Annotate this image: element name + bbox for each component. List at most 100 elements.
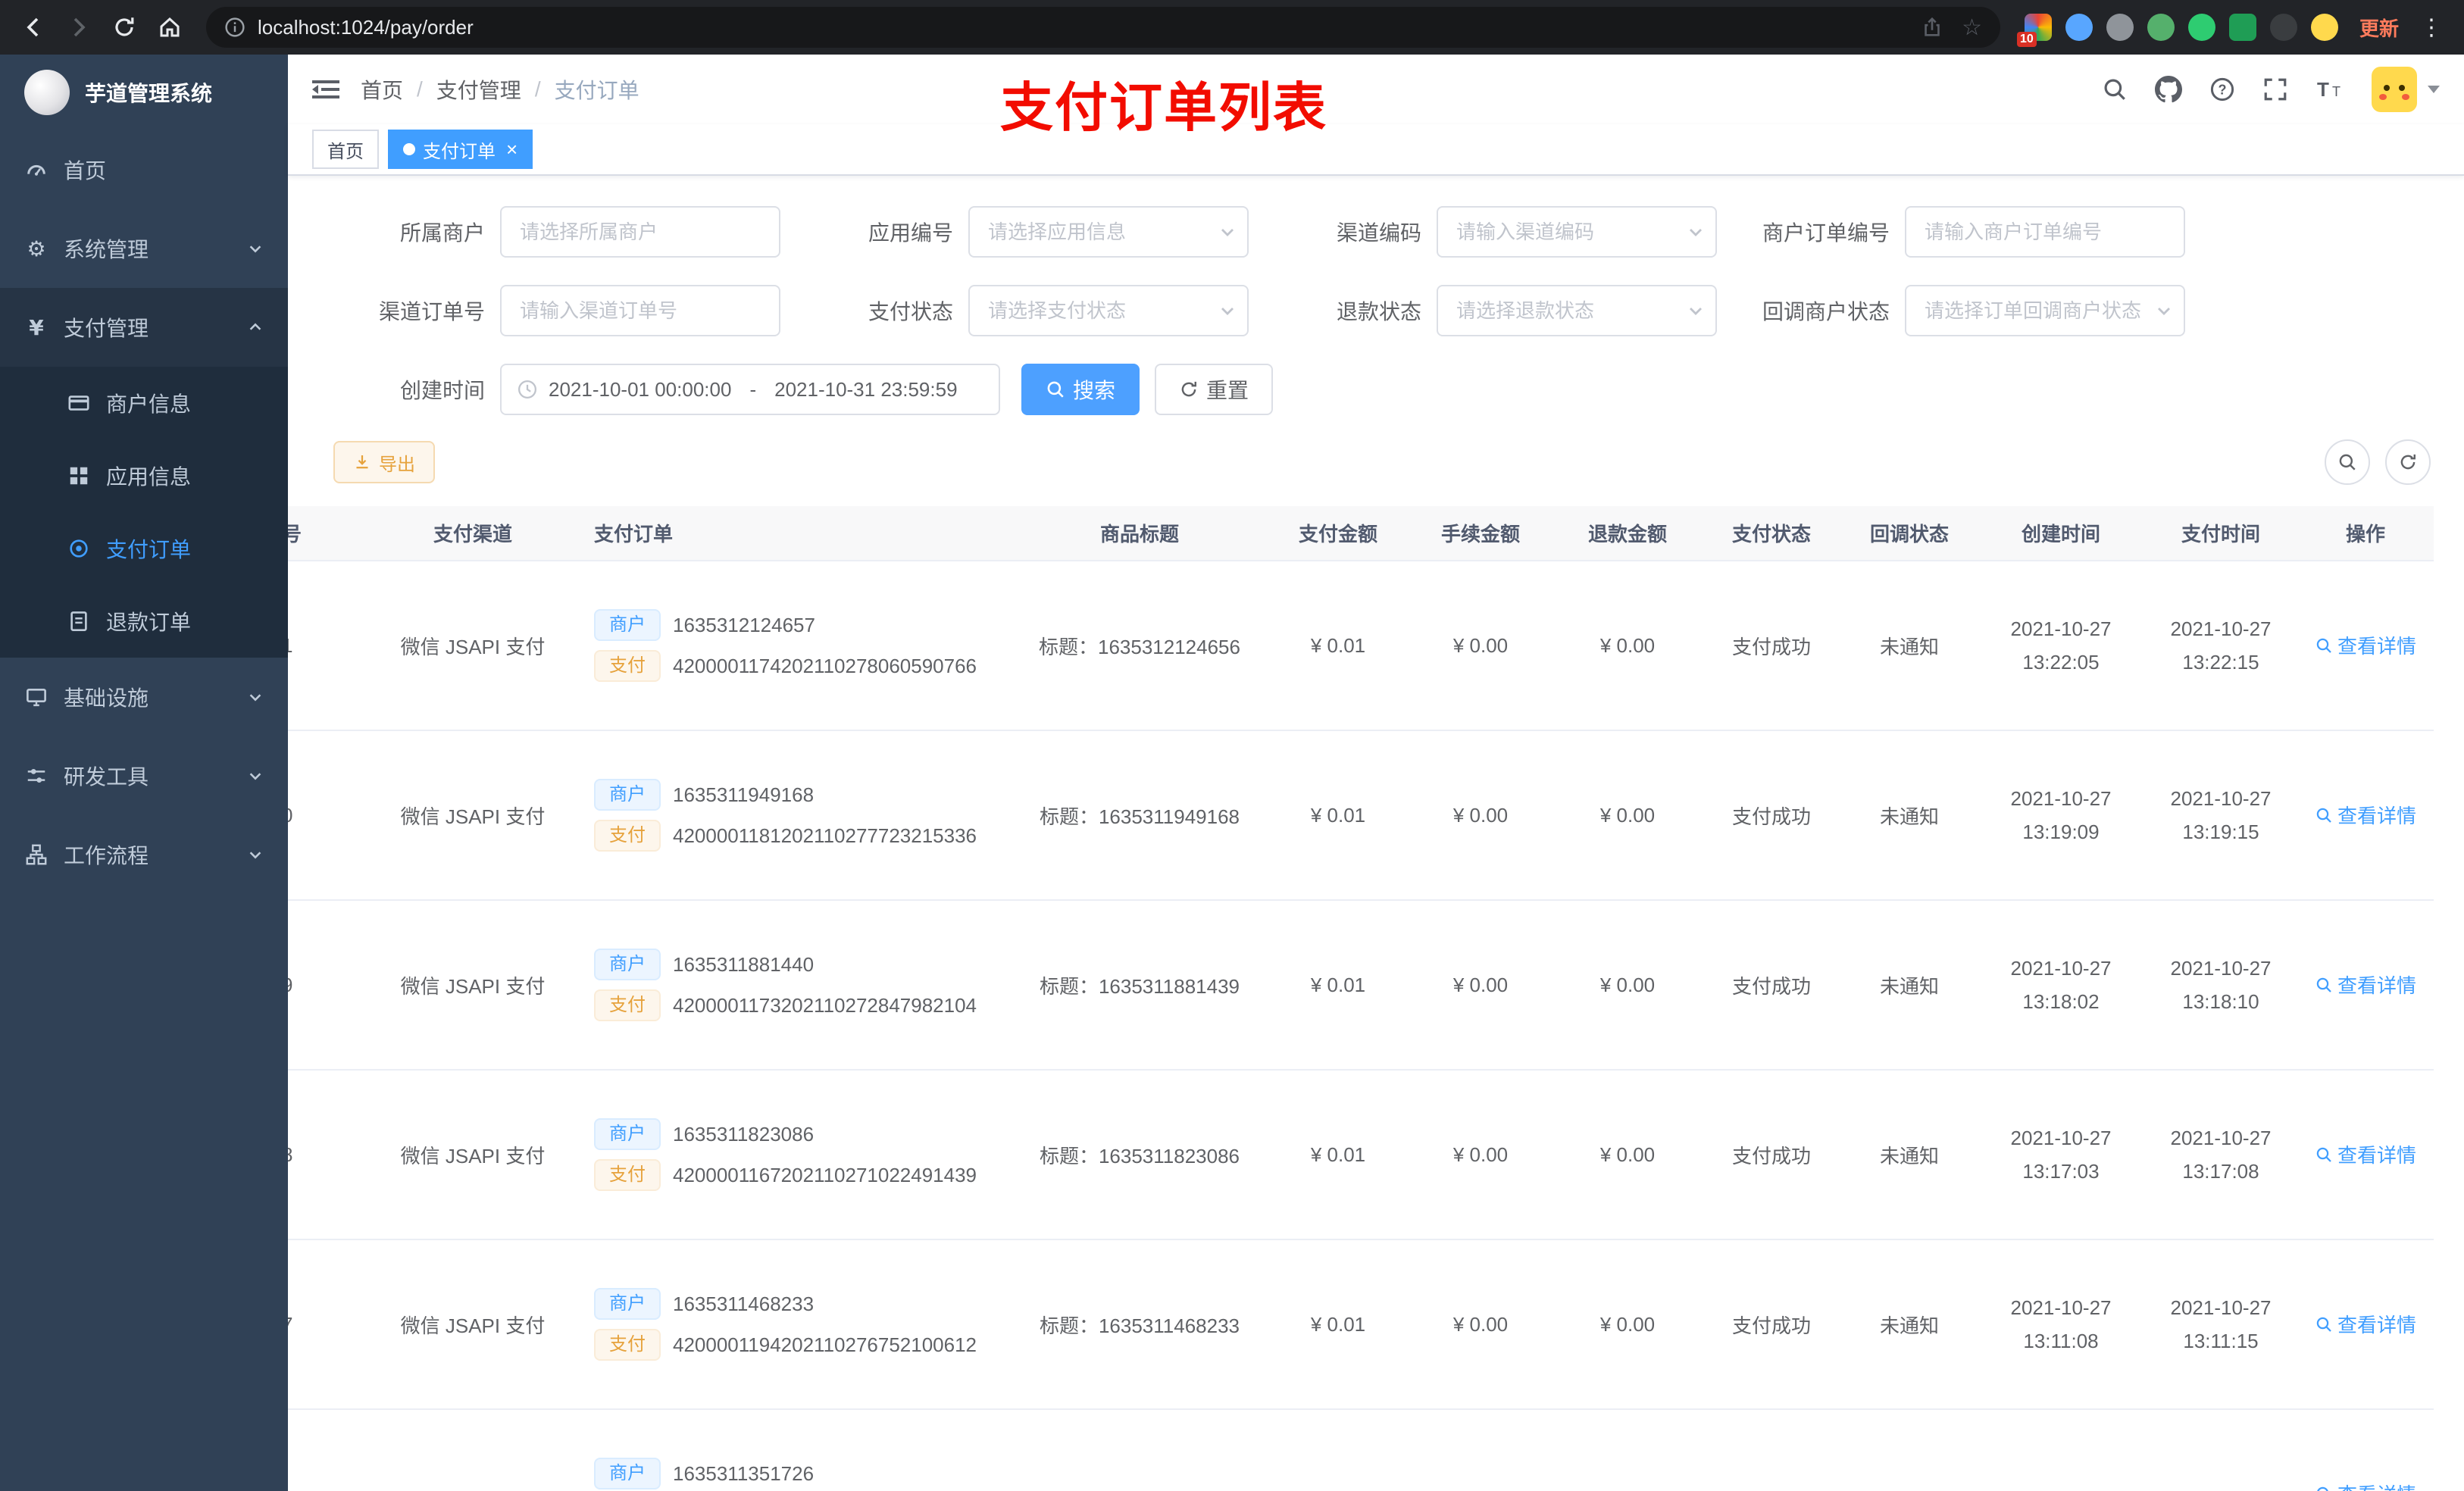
reset-button[interactable]: 重置: [1155, 364, 1274, 415]
extension-icon-3[interactable]: [2106, 14, 2134, 41]
cell-pay-time: 2021-10-27 13:22:15: [2144, 561, 2297, 731]
extensions-row: 10: [2015, 14, 2347, 47]
search-button[interactable]: 搜索: [1021, 364, 1140, 415]
table-row: 19 微信 JSAPI 支付 商户 1635311881440 支付: [288, 900, 2434, 1071]
tag-home[interactable]: 首页: [312, 130, 379, 169]
filter-input[interactable]: [500, 206, 780, 258]
filter-input[interactable]: [968, 285, 1249, 336]
tag-close-icon[interactable]: ×: [506, 139, 518, 159]
sidebar-item-dev-tools[interactable]: 研发工具: [0, 736, 288, 815]
tag-pay-order[interactable]: 支付订单 ×: [388, 130, 533, 169]
sidebar-item-home[interactable]: 首页: [0, 130, 288, 209]
filter-control[interactable]: [1437, 285, 1717, 336]
extension-icon-5[interactable]: [2187, 14, 2215, 41]
sliders-icon: [24, 764, 48, 787]
bookmark-star-icon[interactable]: ☆: [1962, 14, 1982, 41]
search-icon[interactable]: [2102, 77, 2128, 102]
merchant-badge: 商户: [594, 1458, 661, 1489]
view-detail-link[interactable]: 查看详情: [2315, 971, 2416, 999]
breadcrumb-home[interactable]: 首页: [361, 74, 403, 105]
fullscreen-icon[interactable]: [2262, 77, 2288, 102]
browser-home-button[interactable]: [149, 6, 191, 48]
filter-input[interactable]: [1437, 206, 1717, 258]
github-icon[interactable]: [2155, 76, 2182, 103]
view-detail-link[interactable]: 查看详情: [2315, 1480, 2416, 1491]
sidebar-item-infra[interactable]: 基础设施: [0, 658, 288, 736]
extension-icon-6[interactable]: [2228, 14, 2256, 41]
svg-text:?: ?: [2218, 82, 2226, 97]
filter-control[interactable]: [968, 206, 1249, 258]
help-icon[interactable]: ?: [2209, 77, 2235, 102]
filter-control[interactable]: [1905, 206, 2185, 258]
col-fee: 手续金额: [1408, 506, 1553, 561]
cell-title: 标题：1635311823086: [1011, 1070, 1268, 1240]
filter-input[interactable]: [1437, 285, 1717, 336]
col-pay-order: 支付订单: [579, 506, 1011, 561]
cell-status: 支付成功: [1702, 730, 1841, 901]
filter-control[interactable]: [500, 206, 780, 258]
col-create-time: 创建时间: [1978, 506, 2144, 561]
cell-pay-time: 2021-10-27 13:18:10: [2144, 900, 2297, 1071]
create-time-range-picker[interactable]: 2021-10-01 00:00:00 - 2021-10-31 23:59:5…: [500, 364, 1000, 415]
export-button[interactable]: 导出: [333, 441, 435, 483]
cell-pay-order: 商户 1635311823086 支付 42000011672021102710…: [579, 1070, 1011, 1240]
table-row: 商户 1635311351726 支付: [288, 1409, 2434, 1491]
sidebar-toggle-icon[interactable]: [312, 77, 339, 102]
app-logo[interactable]: 芋道管理系统: [0, 55, 288, 130]
cell-status: 支付成功: [1702, 1070, 1841, 1240]
sidebar-item-refund-order[interactable]: 退款订单: [0, 585, 288, 658]
user-menu[interactable]: [2372, 67, 2440, 112]
address-bar[interactable]: localhost:1024/pay/order ☆: [206, 7, 2000, 48]
browser-menu-icon[interactable]: ⋮: [2411, 14, 2452, 41]
filter-input[interactable]: [1905, 206, 2185, 258]
filter-label: 创建时间: [399, 379, 485, 402]
cell-pay-order: 商户 1635312124657 支付 42000011742021102780…: [579, 561, 1011, 731]
view-detail-link[interactable]: 查看详情: [2315, 631, 2416, 659]
cell-title: 标题：1635311949168: [1011, 730, 1268, 901]
profile-avatar-icon[interactable]: [2310, 14, 2338, 41]
toggle-search-button[interactable]: [2325, 439, 2370, 485]
gear-icon: ⚙: [27, 236, 46, 261]
col-amount: 支付金额: [1268, 506, 1408, 561]
filter-label: 渠道编码: [1336, 221, 1421, 245]
cell-amount: ¥ 0.01: [1268, 1070, 1408, 1240]
sidebar-item-label: 应用信息: [106, 465, 192, 489]
sidebar-item-app-info[interactable]: 应用信息: [0, 439, 288, 512]
logo-image: [24, 70, 70, 115]
site-info-icon[interactable]: [224, 17, 245, 38]
filter-control[interactable]: [1437, 206, 1717, 258]
browser-reload-button[interactable]: [103, 6, 145, 48]
cell-refund: ¥ 0.00: [1553, 561, 1702, 731]
filter-control[interactable]: [500, 285, 780, 336]
col-id: 编号: [288, 506, 367, 561]
view-detail-link[interactable]: 查看详情: [2315, 1140, 2416, 1168]
cell-pay-time: [2144, 1409, 2297, 1491]
extension-icon-4[interactable]: [2147, 14, 2175, 41]
sidebar-item-system[interactable]: ⚙ 系统管理: [0, 209, 288, 288]
refresh-button[interactable]: [2385, 439, 2431, 485]
breadcrumb-section[interactable]: 支付管理: [436, 74, 521, 105]
sidebar-item-pay[interactable]: ¥ 支付管理: [0, 288, 288, 367]
font-size-icon[interactable]: TT: [2315, 77, 2344, 102]
filter-control[interactable]: [968, 285, 1249, 336]
svg-text:T: T: [2332, 84, 2340, 99]
extension-icon-2[interactable]: [2065, 14, 2093, 41]
filter-input[interactable]: [1905, 285, 2185, 336]
extension-icon-1[interactable]: 10: [2016, 14, 2052, 47]
extension-icon-7[interactable]: [2269, 14, 2297, 41]
sidebar-item-pay-order[interactable]: 支付订单: [0, 512, 288, 585]
view-detail-link[interactable]: 查看详情: [2315, 801, 2416, 829]
filter-input[interactable]: [500, 285, 780, 336]
cell-actions: 查看详情: [2297, 900, 2434, 1071]
filter-control[interactable]: [1905, 285, 2185, 336]
col-channel: 支付渠道: [367, 506, 579, 561]
browser-back-button[interactable]: [12, 6, 55, 48]
sidebar-item-merchant-info[interactable]: 商户信息: [0, 367, 288, 439]
view-detail-link[interactable]: 查看详情: [2315, 1310, 2416, 1338]
share-icon[interactable]: [1921, 16, 1943, 39]
filter-input[interactable]: [968, 206, 1249, 258]
browser-update-button[interactable]: 更新: [2350, 14, 2408, 42]
browser-forward-button[interactable]: [58, 6, 100, 48]
sidebar-item-workflow[interactable]: 工作流程: [0, 815, 288, 894]
cell-actions: 查看详情: [2297, 1409, 2434, 1491]
